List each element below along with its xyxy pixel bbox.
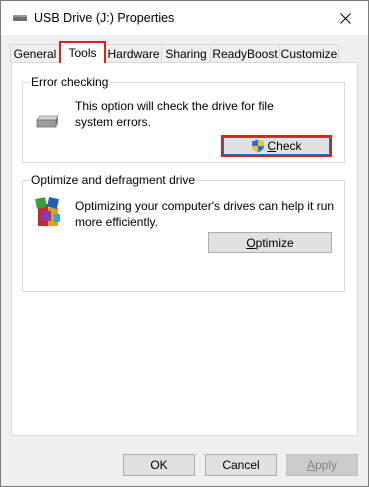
description-line: This option will check the drive for fil…: [75, 99, 274, 113]
mnemonic-letter: C: [267, 139, 277, 153]
tab-label: General: [13, 46, 57, 61]
description-line: Optimizing your computer's drives can he…: [75, 199, 335, 213]
properties-window: USB Drive (J:) Properties General Tools …: [0, 0, 369, 487]
tab-label: ReadyBoost: [212, 46, 278, 61]
close-icon: [339, 12, 351, 24]
uac-shield-icon: [252, 139, 265, 153]
mnemonic-letter: O: [246, 235, 256, 250]
tab-general[interactable]: General: [10, 44, 60, 62]
apply-button-label: Apply: [307, 458, 337, 472]
tab-label: Hardware: [107, 46, 160, 61]
dialog-client-area: General Tools Hardware Sharing ReadyBoos…: [1, 35, 368, 486]
title-bar: USB Drive (J:) Properties: [1, 1, 368, 35]
tab-label: Sharing: [165, 46, 207, 61]
error-checking-description: This option will check the drive for fil…: [75, 98, 274, 130]
tab-customize[interactable]: Customize: [279, 44, 339, 62]
description-line: more efficiently.: [75, 215, 158, 229]
optimize-button[interactable]: Optimize: [208, 232, 332, 253]
tab-tools[interactable]: Tools: [59, 41, 106, 63]
button-text: ptimize: [255, 235, 294, 250]
drive-icon: [36, 115, 59, 128]
tools-tab-panel: Error checking This option will check th…: [11, 62, 358, 436]
optimize-group: Optimize and defragment drive Optimizing…: [22, 173, 345, 292]
check-button-label: Check: [267, 139, 301, 153]
optimize-label: Optimize and defragment drive: [29, 173, 198, 187]
close-button[interactable]: [322, 1, 368, 35]
apply-button[interactable]: Apply: [286, 454, 358, 476]
cancel-button-label: Cancel: [222, 458, 260, 472]
cancel-button[interactable]: Cancel: [205, 454, 277, 476]
tab-hardware[interactable]: Hardware: [105, 44, 162, 62]
defrag-icon: [35, 197, 60, 226]
optimize-button-label: Optimize: [246, 236, 293, 250]
tab-readyboost[interactable]: ReadyBoost: [210, 44, 280, 62]
ok-button[interactable]: OK: [123, 454, 195, 476]
tab-sharing[interactable]: Sharing: [161, 44, 211, 62]
check-button[interactable]: Check: [223, 137, 330, 155]
optimize-description: Optimizing your computer's drives can he…: [75, 198, 334, 230]
button-text: heck: [276, 139, 302, 153]
ok-button-label: OK: [150, 458, 168, 472]
description-line: system errors.: [75, 115, 152, 129]
error-checking-label: Error checking: [29, 75, 111, 89]
button-text: pply: [315, 458, 338, 472]
tab-label: Tools: [68, 46, 97, 60]
usb-drive-icon: [13, 15, 27, 21]
mnemonic-letter: A: [306, 458, 315, 472]
window-title: USB Drive (J:) Properties: [34, 11, 175, 25]
error-checking-group: Error checking This option will check th…: [22, 75, 345, 163]
tab-label: Customize: [280, 46, 338, 61]
